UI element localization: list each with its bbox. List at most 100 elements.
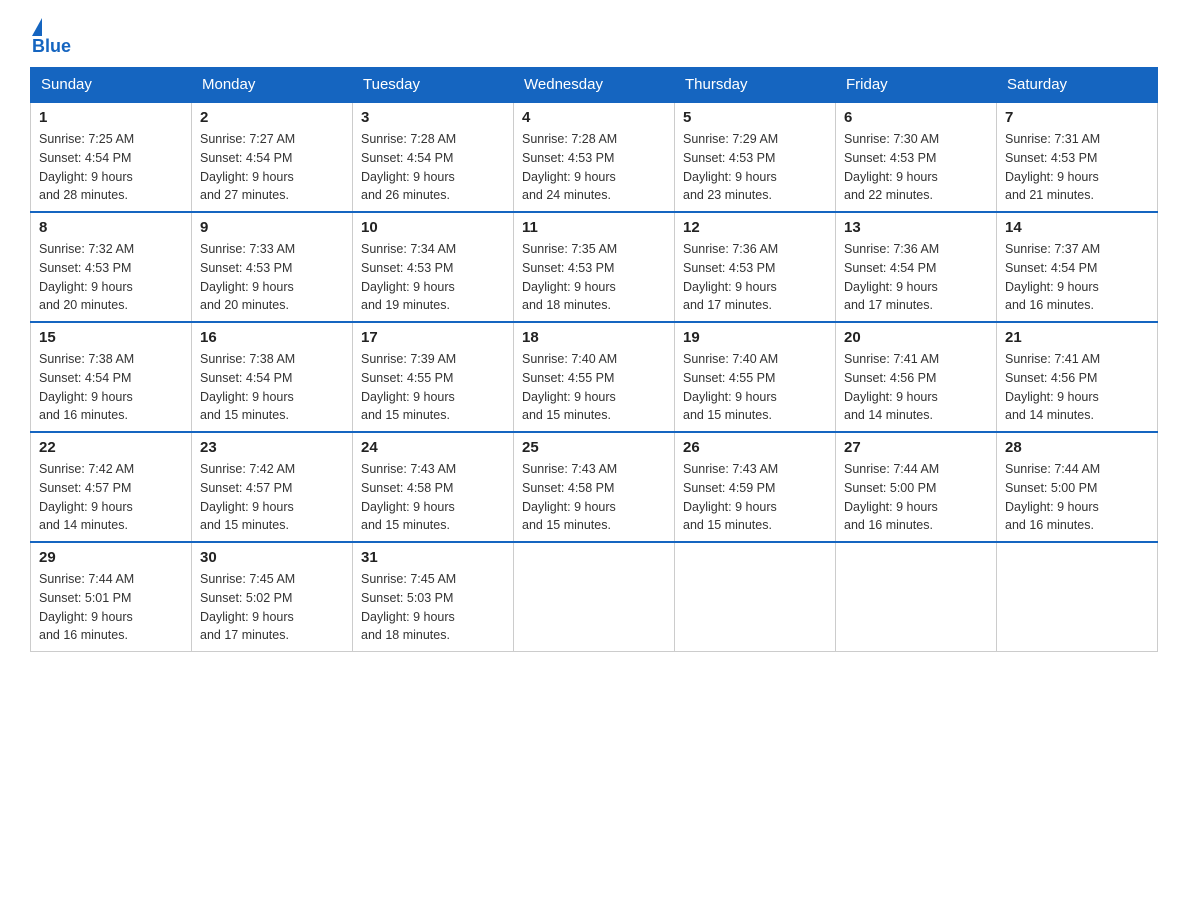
day-info: Sunrise: 7:41 AM Sunset: 4:56 PM Dayligh… [1005,350,1149,425]
calendar-cell [514,542,675,652]
day-header-monday: Monday [192,68,353,103]
day-number: 4 [522,109,666,126]
week-row-4: 22 Sunrise: 7:42 AM Sunset: 4:57 PM Dayl… [31,432,1158,542]
day-info: Sunrise: 7:44 AM Sunset: 5:01 PM Dayligh… [39,570,183,645]
calendar-cell: 21 Sunrise: 7:41 AM Sunset: 4:56 PM Dayl… [997,322,1158,432]
calendar-cell: 15 Sunrise: 7:38 AM Sunset: 4:54 PM Dayl… [31,322,192,432]
day-info: Sunrise: 7:35 AM Sunset: 4:53 PM Dayligh… [522,240,666,315]
day-number: 31 [361,549,505,566]
calendar-cell: 18 Sunrise: 7:40 AM Sunset: 4:55 PM Dayl… [514,322,675,432]
day-header-friday: Friday [836,68,997,103]
day-info: Sunrise: 7:42 AM Sunset: 4:57 PM Dayligh… [39,460,183,535]
day-number: 14 [1005,219,1149,236]
day-number: 19 [683,329,827,346]
week-row-2: 8 Sunrise: 7:32 AM Sunset: 4:53 PM Dayli… [31,212,1158,322]
logo-triangle-icon [32,18,42,36]
calendar-cell: 11 Sunrise: 7:35 AM Sunset: 4:53 PM Dayl… [514,212,675,322]
day-number: 15 [39,329,183,346]
day-number: 16 [200,329,344,346]
day-number: 24 [361,439,505,456]
calendar-cell [997,542,1158,652]
day-info: Sunrise: 7:36 AM Sunset: 4:54 PM Dayligh… [844,240,988,315]
calendar-cell: 24 Sunrise: 7:43 AM Sunset: 4:58 PM Dayl… [353,432,514,542]
day-number: 3 [361,109,505,126]
day-info: Sunrise: 7:43 AM Sunset: 4:58 PM Dayligh… [361,460,505,535]
week-row-5: 29 Sunrise: 7:44 AM Sunset: 5:01 PM Dayl… [31,542,1158,652]
calendar-cell: 22 Sunrise: 7:42 AM Sunset: 4:57 PM Dayl… [31,432,192,542]
day-info: Sunrise: 7:28 AM Sunset: 4:54 PM Dayligh… [361,130,505,205]
day-number: 20 [844,329,988,346]
day-info: Sunrise: 7:40 AM Sunset: 4:55 PM Dayligh… [522,350,666,425]
calendar-cell: 14 Sunrise: 7:37 AM Sunset: 4:54 PM Dayl… [997,212,1158,322]
calendar-cell: 28 Sunrise: 7:44 AM Sunset: 5:00 PM Dayl… [997,432,1158,542]
day-header-saturday: Saturday [997,68,1158,103]
day-number: 12 [683,219,827,236]
day-info: Sunrise: 7:32 AM Sunset: 4:53 PM Dayligh… [39,240,183,315]
calendar-cell: 1 Sunrise: 7:25 AM Sunset: 4:54 PM Dayli… [31,102,192,212]
day-number: 2 [200,109,344,126]
calendar-cell: 29 Sunrise: 7:44 AM Sunset: 5:01 PM Dayl… [31,542,192,652]
day-number: 22 [39,439,183,456]
calendar-cell: 27 Sunrise: 7:44 AM Sunset: 5:00 PM Dayl… [836,432,997,542]
day-number: 27 [844,439,988,456]
day-header-wednesday: Wednesday [514,68,675,103]
week-row-1: 1 Sunrise: 7:25 AM Sunset: 4:54 PM Dayli… [31,102,1158,212]
calendar-cell: 16 Sunrise: 7:38 AM Sunset: 4:54 PM Dayl… [192,322,353,432]
day-info: Sunrise: 7:43 AM Sunset: 4:58 PM Dayligh… [522,460,666,535]
logo-subtitle: Blue [32,36,71,57]
day-info: Sunrise: 7:41 AM Sunset: 4:56 PM Dayligh… [844,350,988,425]
calendar-cell [836,542,997,652]
day-number: 17 [361,329,505,346]
day-info: Sunrise: 7:40 AM Sunset: 4:55 PM Dayligh… [683,350,827,425]
day-header-row: SundayMondayTuesdayWednesdayThursdayFrid… [31,68,1158,103]
day-info: Sunrise: 7:34 AM Sunset: 4:53 PM Dayligh… [361,240,505,315]
calendar-cell: 20 Sunrise: 7:41 AM Sunset: 4:56 PM Dayl… [836,322,997,432]
day-info: Sunrise: 7:45 AM Sunset: 5:03 PM Dayligh… [361,570,505,645]
calendar-cell: 26 Sunrise: 7:43 AM Sunset: 4:59 PM Dayl… [675,432,836,542]
day-info: Sunrise: 7:38 AM Sunset: 4:54 PM Dayligh… [200,350,344,425]
day-number: 6 [844,109,988,126]
day-info: Sunrise: 7:29 AM Sunset: 4:53 PM Dayligh… [683,130,827,205]
day-number: 1 [39,109,183,126]
day-number: 5 [683,109,827,126]
day-info: Sunrise: 7:39 AM Sunset: 4:55 PM Dayligh… [361,350,505,425]
day-number: 18 [522,329,666,346]
day-info: Sunrise: 7:44 AM Sunset: 5:00 PM Dayligh… [1005,460,1149,535]
day-number: 8 [39,219,183,236]
day-number: 9 [200,219,344,236]
day-info: Sunrise: 7:44 AM Sunset: 5:00 PM Dayligh… [844,460,988,535]
calendar-cell: 6 Sunrise: 7:30 AM Sunset: 4:53 PM Dayli… [836,102,997,212]
day-number: 23 [200,439,344,456]
day-number: 25 [522,439,666,456]
day-number: 30 [200,549,344,566]
calendar-cell: 31 Sunrise: 7:45 AM Sunset: 5:03 PM Dayl… [353,542,514,652]
calendar-cell: 4 Sunrise: 7:28 AM Sunset: 4:53 PM Dayli… [514,102,675,212]
day-number: 11 [522,219,666,236]
day-number: 28 [1005,439,1149,456]
calendar: SundayMondayTuesdayWednesdayThursdayFrid… [30,67,1158,652]
calendar-cell: 25 Sunrise: 7:43 AM Sunset: 4:58 PM Dayl… [514,432,675,542]
calendar-cell: 23 Sunrise: 7:42 AM Sunset: 4:57 PM Dayl… [192,432,353,542]
logo: Blue [30,20,71,57]
calendar-cell: 8 Sunrise: 7:32 AM Sunset: 4:53 PM Dayli… [31,212,192,322]
calendar-cell: 17 Sunrise: 7:39 AM Sunset: 4:55 PM Dayl… [353,322,514,432]
week-row-3: 15 Sunrise: 7:38 AM Sunset: 4:54 PM Dayl… [31,322,1158,432]
day-number: 26 [683,439,827,456]
day-info: Sunrise: 7:38 AM Sunset: 4:54 PM Dayligh… [39,350,183,425]
calendar-cell: 10 Sunrise: 7:34 AM Sunset: 4:53 PM Dayl… [353,212,514,322]
calendar-cell: 2 Sunrise: 7:27 AM Sunset: 4:54 PM Dayli… [192,102,353,212]
calendar-cell: 7 Sunrise: 7:31 AM Sunset: 4:53 PM Dayli… [997,102,1158,212]
calendar-cell: 3 Sunrise: 7:28 AM Sunset: 4:54 PM Dayli… [353,102,514,212]
calendar-cell: 13 Sunrise: 7:36 AM Sunset: 4:54 PM Dayl… [836,212,997,322]
day-number: 10 [361,219,505,236]
day-header-sunday: Sunday [31,68,192,103]
day-info: Sunrise: 7:33 AM Sunset: 4:53 PM Dayligh… [200,240,344,315]
calendar-cell: 19 Sunrise: 7:40 AM Sunset: 4:55 PM Dayl… [675,322,836,432]
day-header-tuesday: Tuesday [353,68,514,103]
day-info: Sunrise: 7:27 AM Sunset: 4:54 PM Dayligh… [200,130,344,205]
day-info: Sunrise: 7:28 AM Sunset: 4:53 PM Dayligh… [522,130,666,205]
calendar-cell: 9 Sunrise: 7:33 AM Sunset: 4:53 PM Dayli… [192,212,353,322]
header: Blue [30,20,1158,57]
day-info: Sunrise: 7:36 AM Sunset: 4:53 PM Dayligh… [683,240,827,315]
day-number: 29 [39,549,183,566]
